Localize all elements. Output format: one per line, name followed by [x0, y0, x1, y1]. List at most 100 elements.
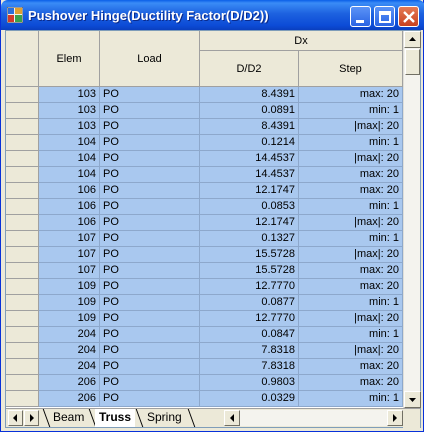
table-row[interactable]: 109 PO 0.0877 min: 1 — [6, 295, 403, 311]
header-elem[interactable]: Elem — [39, 31, 100, 87]
cell-dd2[interactable]: 0.0877 — [200, 295, 299, 311]
cell-elem[interactable]: 106 — [39, 215, 100, 231]
cell-load[interactable]: PO — [100, 215, 200, 231]
cell-dd2[interactable]: 12.7770 — [200, 311, 299, 327]
row-selector[interactable] — [6, 311, 39, 327]
cell-load[interactable]: PO — [100, 263, 200, 279]
cell-dd2[interactable]: 12.1747 — [200, 215, 299, 231]
row-selector[interactable] — [6, 167, 39, 183]
cell-load[interactable]: PO — [100, 295, 200, 311]
table-row[interactable]: 106 PO 12.1747 max: 20 — [6, 183, 403, 199]
cell-elem[interactable]: 107 — [39, 231, 100, 247]
cell-load[interactable]: PO — [100, 119, 200, 135]
table-row[interactable]: 206 PO 0.9803 max: 20 — [6, 375, 403, 391]
cell-dd2[interactable]: 15.5728 — [200, 263, 299, 279]
table-row[interactable]: 104 PO 0.1214 min: 1 — [6, 135, 403, 151]
cell-dd2[interactable]: 0.1327 — [200, 231, 299, 247]
table-row[interactable]: 109 PO 12.7770 max: 20 — [6, 279, 403, 295]
cell-step[interactable]: |max|: 20 — [299, 311, 403, 327]
cell-load[interactable]: PO — [100, 375, 200, 391]
cell-step[interactable]: max: 20 — [299, 263, 403, 279]
cell-elem[interactable]: 109 — [39, 295, 100, 311]
row-selector[interactable] — [6, 199, 39, 215]
cell-elem[interactable]: 106 — [39, 199, 100, 215]
cell-elem[interactable]: 107 — [39, 247, 100, 263]
maximize-button[interactable] — [374, 6, 395, 27]
row-selector[interactable] — [6, 343, 39, 359]
tab-truss[interactable]: Truss — [95, 409, 136, 427]
cell-dd2[interactable]: 12.1747 — [200, 183, 299, 199]
scroll-down-button[interactable] — [404, 391, 421, 408]
title-bar[interactable]: Pushover Hinge(Ductility Factor(D/D2)) — [1, 0, 424, 30]
cell-step[interactable]: min: 1 — [299, 199, 403, 215]
table-row[interactable]: 107 PO 15.5728 max: 20 — [6, 263, 403, 279]
cell-dd2[interactable]: 0.1214 — [200, 135, 299, 151]
cell-dd2[interactable]: 7.8318 — [200, 359, 299, 375]
header-load[interactable]: Load — [100, 31, 200, 87]
cell-step[interactable]: max: 20 — [299, 87, 403, 103]
cell-step[interactable]: |max|: 20 — [299, 247, 403, 263]
cell-dd2[interactable]: 0.0853 — [200, 199, 299, 215]
cell-elem[interactable]: 204 — [39, 327, 100, 343]
scroll-left-button[interactable] — [224, 410, 240, 426]
cell-load[interactable]: PO — [100, 151, 200, 167]
row-selector[interactable] — [6, 183, 39, 199]
row-selector[interactable] — [6, 263, 39, 279]
cell-dd2[interactable]: 0.0329 — [200, 391, 299, 407]
row-selector[interactable] — [6, 119, 39, 135]
cell-load[interactable]: PO — [100, 247, 200, 263]
cell-step[interactable]: max: 20 — [299, 183, 403, 199]
close-button[interactable] — [398, 6, 419, 27]
cell-step[interactable]: max: 20 — [299, 279, 403, 295]
cell-elem[interactable]: 204 — [39, 343, 100, 359]
row-selector[interactable] — [6, 231, 39, 247]
tab-spring[interactable]: Spring — [143, 409, 186, 427]
table-row[interactable]: 204 PO 0.0847 min: 1 — [6, 327, 403, 343]
cell-step[interactable]: min: 1 — [299, 231, 403, 247]
cell-dd2[interactable]: 12.7770 — [200, 279, 299, 295]
row-selector[interactable] — [6, 391, 39, 407]
row-selector[interactable] — [6, 375, 39, 391]
row-selector[interactable] — [6, 327, 39, 343]
tab-prev-button[interactable] — [8, 410, 23, 426]
cell-elem[interactable]: 206 — [39, 375, 100, 391]
table-row[interactable]: 104 PO 14.4537 |max|: 20 — [6, 151, 403, 167]
cell-dd2[interactable]: 0.9803 — [200, 375, 299, 391]
cell-load[interactable]: PO — [100, 103, 200, 119]
cell-load[interactable]: PO — [100, 359, 200, 375]
header-step[interactable]: Step — [299, 51, 403, 87]
cell-dd2[interactable]: 8.4391 — [200, 87, 299, 103]
cell-step[interactable]: min: 1 — [299, 103, 403, 119]
table-row[interactable]: 206 PO 0.0329 min: 1 — [6, 391, 403, 407]
row-selector[interactable] — [6, 279, 39, 295]
cell-step[interactable]: |max|: 20 — [299, 343, 403, 359]
horizontal-scrollbar[interactable] — [224, 410, 403, 426]
cell-step[interactable]: min: 1 — [299, 327, 403, 343]
table-row[interactable]: 107 PO 0.1327 min: 1 — [6, 231, 403, 247]
tab-next-button[interactable] — [24, 410, 39, 426]
row-selector[interactable] — [6, 215, 39, 231]
cell-step[interactable]: min: 1 — [299, 295, 403, 311]
cell-elem[interactable]: 103 — [39, 87, 100, 103]
table-row[interactable]: 107 PO 15.5728 |max|: 20 — [6, 247, 403, 263]
cell-load[interactable]: PO — [100, 183, 200, 199]
table-row[interactable]: 103 PO 8.4391 |max|: 20 — [6, 119, 403, 135]
cell-load[interactable]: PO — [100, 231, 200, 247]
cell-elem[interactable]: 206 — [39, 391, 100, 407]
cell-elem[interactable]: 103 — [39, 119, 100, 135]
header-dd2[interactable]: D/D2 — [200, 51, 299, 87]
vertical-scrollbar[interactable] — [403, 31, 421, 408]
cell-step[interactable]: |max|: 20 — [299, 119, 403, 135]
row-selector[interactable] — [6, 135, 39, 151]
cell-step[interactable]: |max|: 20 — [299, 215, 403, 231]
table-row[interactable]: 204 PO 7.8318 max: 20 — [6, 359, 403, 375]
cell-load[interactable]: PO — [100, 343, 200, 359]
corner-header[interactable] — [6, 31, 39, 87]
table-row[interactable]: 103 PO 8.4391 max: 20 — [6, 87, 403, 103]
table-row[interactable]: 104 PO 14.4537 max: 20 — [6, 167, 403, 183]
cell-dd2[interactable]: 0.0847 — [200, 327, 299, 343]
cell-elem[interactable]: 109 — [39, 279, 100, 295]
cell-load[interactable]: PO — [100, 279, 200, 295]
cell-load[interactable]: PO — [100, 135, 200, 151]
cell-dd2[interactable]: 15.5728 — [200, 247, 299, 263]
